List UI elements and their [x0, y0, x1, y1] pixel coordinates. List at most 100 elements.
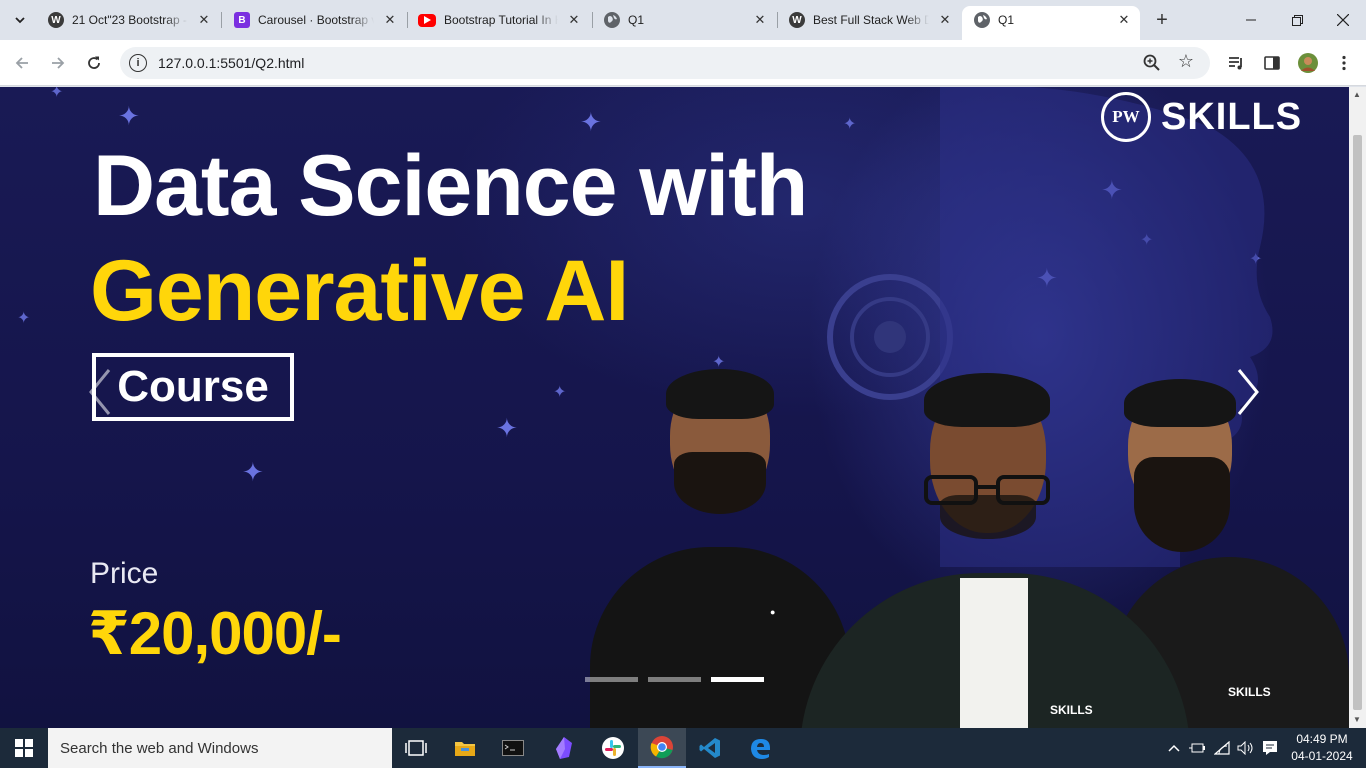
sparkle-icon: ✦: [242, 457, 264, 487]
profile-avatar[interactable]: [1296, 51, 1320, 75]
tab-6-active[interactable]: Q1 ✕: [962, 6, 1140, 40]
tab-2[interactable]: B Carousel · Bootstrap v ✕: [222, 6, 406, 34]
carousel-indicator-2[interactable]: [648, 677, 701, 682]
taskbar-search-placeholder: Search the web and Windows: [60, 739, 259, 757]
windows-taskbar: Search the web and Windows 04:49 PM 04-0…: [0, 728, 1366, 768]
close-icon[interactable]: ✕: [566, 12, 582, 28]
youtube-icon: [418, 13, 436, 27]
sparkle-icon: ✦: [50, 87, 64, 101]
obsidian-icon: [556, 737, 572, 759]
close-icon[interactable]: ✕: [382, 12, 398, 28]
taskbar-clock[interactable]: 04:49 PM 04-01-2024: [1290, 731, 1354, 765]
chevron-left-icon: [89, 369, 111, 415]
carousel-prev-button[interactable]: [70, 357, 130, 427]
pw-skills-logo: PW SKILLS: [1101, 92, 1302, 142]
white-shirt: [960, 578, 1028, 728]
url-text[interactable]: 127.0.0.1:5501/Q2.html: [158, 55, 304, 71]
zoom-icon[interactable]: [1142, 53, 1162, 73]
close-window-button[interactable]: [1320, 0, 1366, 40]
shirt-logo: SKILLS: [1228, 685, 1271, 699]
task-view-button[interactable]: [392, 728, 440, 768]
arrow-right-icon: [52, 57, 65, 69]
more-vert-icon: [1342, 55, 1346, 71]
carousel-indicator-1[interactable]: [585, 677, 638, 682]
reload-icon: [88, 56, 100, 69]
instructor-center: SKILLS: [800, 373, 1190, 728]
carousel-next-button[interactable]: [1218, 357, 1278, 427]
sparkle-icon: ✦: [496, 413, 518, 443]
headline-line-2: Generative AI: [90, 243, 629, 339]
skills-wordmark: SKILLS: [1161, 95, 1303, 138]
sparkle-icon: ✦: [580, 107, 602, 137]
globe-icon: [974, 12, 990, 28]
sparkle-icon: ✦: [553, 384, 567, 401]
taskbar-search-box[interactable]: Search the web and Windows: [48, 728, 392, 768]
slack-icon: [602, 737, 624, 759]
playlist-icon: [1229, 57, 1242, 70]
close-icon[interactable]: ✕: [937, 12, 953, 28]
side-panel-button[interactable]: [1260, 51, 1284, 75]
wordpress-icon: W: [48, 12, 64, 28]
notifications-icon[interactable]: [1260, 738, 1280, 758]
back-button[interactable]: [8, 49, 36, 77]
tab-1[interactable]: W 21 Oct"23 Bootstrap - ✕: [36, 6, 220, 34]
site-info-icon[interactable]: i: [129, 54, 147, 72]
tab-3[interactable]: Bootstrap Tutorial In H ✕: [406, 6, 590, 34]
carousel-indicator-3-active[interactable]: [711, 677, 764, 682]
close-icon: [1337, 14, 1349, 26]
tab-5[interactable]: W Best Full Stack Web D ✕: [777, 6, 961, 34]
wifi-icon[interactable]: [1212, 738, 1232, 758]
chevron-down-icon: [15, 17, 25, 24]
carousel-slide-banner: ✦ ✦ ✦ ✦ ✦ ✦ ✦ ✦ ✦ ✦ ✦ ✦ ✦ PW SKILLS Data…: [0, 87, 1349, 728]
shirt-logo: SKILLS: [1050, 703, 1093, 717]
side-panel-icon: [1264, 56, 1280, 70]
tab-title: 21 Oct"23 Bootstrap -: [72, 13, 187, 27]
start-button[interactable]: [0, 728, 48, 768]
chrome-menu-button[interactable]: [1332, 51, 1356, 75]
minimize-button[interactable]: [1228, 0, 1274, 40]
taskbar-vscode[interactable]: [686, 728, 734, 768]
tab-title: Carousel · Bootstrap v: [258, 13, 374, 27]
scrollbar-thumb[interactable]: [1353, 135, 1362, 710]
forward-button[interactable]: [44, 49, 72, 77]
new-tab-button[interactable]: +: [1150, 8, 1174, 32]
vertical-scrollbar[interactable]: ▲ ▼: [1349, 87, 1366, 728]
edge-icon: [751, 739, 770, 759]
reload-button[interactable]: [80, 49, 108, 77]
arrow-left-icon: [15, 57, 28, 69]
tab-title: Q1: [628, 13, 645, 27]
close-icon[interactable]: ✕: [196, 12, 212, 28]
media-control-button[interactable]: [1224, 51, 1248, 75]
close-icon[interactable]: ✕: [752, 12, 768, 28]
sparkle-icon: ✦: [843, 116, 857, 133]
scroll-down-icon[interactable]: ▼: [1353, 715, 1361, 724]
scroll-up-icon[interactable]: ▲: [1353, 90, 1361, 99]
headline-line-1: Data Science with: [93, 138, 808, 234]
page-viewport: ✦ ✦ ✦ ✦ ✦ ✦ ✦ ✦ ✦ ✦ ✦ ✦ ✦ PW SKILLS Data…: [0, 87, 1349, 728]
taskbar-file-explorer[interactable]: [441, 728, 489, 768]
close-icon[interactable]: ✕: [1116, 12, 1132, 28]
restore-button[interactable]: [1274, 0, 1320, 40]
globe-icon: [604, 12, 620, 28]
tray-overflow-icon[interactable]: [1164, 738, 1184, 758]
battery-icon[interactable]: [1187, 738, 1207, 758]
tab-search-button[interactable]: [8, 8, 32, 32]
restore-icon: [1291, 14, 1303, 26]
taskbar-terminal[interactable]: [489, 728, 537, 768]
carousel-indicators: [585, 677, 764, 682]
taskbar-edge[interactable]: [736, 728, 784, 768]
tab-4[interactable]: Q1 ✕: [592, 6, 776, 34]
taskbar-slack[interactable]: [589, 728, 637, 768]
clock-date: 04-01-2024: [1291, 749, 1353, 763]
minimize-icon: [1246, 19, 1256, 21]
task-view-icon: [405, 740, 427, 756]
vscode-icon: [699, 738, 720, 758]
taskbar-chrome[interactable]: [638, 728, 686, 768]
address-bar[interactable]: i 127.0.0.1:5501/Q2.html ☆: [120, 47, 1210, 79]
sparkle-icon: ✦: [17, 310, 31, 327]
avatar-icon: [1298, 53, 1318, 73]
bookmark-star-icon[interactable]: ☆: [1178, 51, 1194, 72]
volume-icon[interactable]: [1236, 738, 1256, 758]
price-label: Price: [90, 557, 159, 590]
taskbar-obsidian[interactable]: [540, 728, 588, 768]
